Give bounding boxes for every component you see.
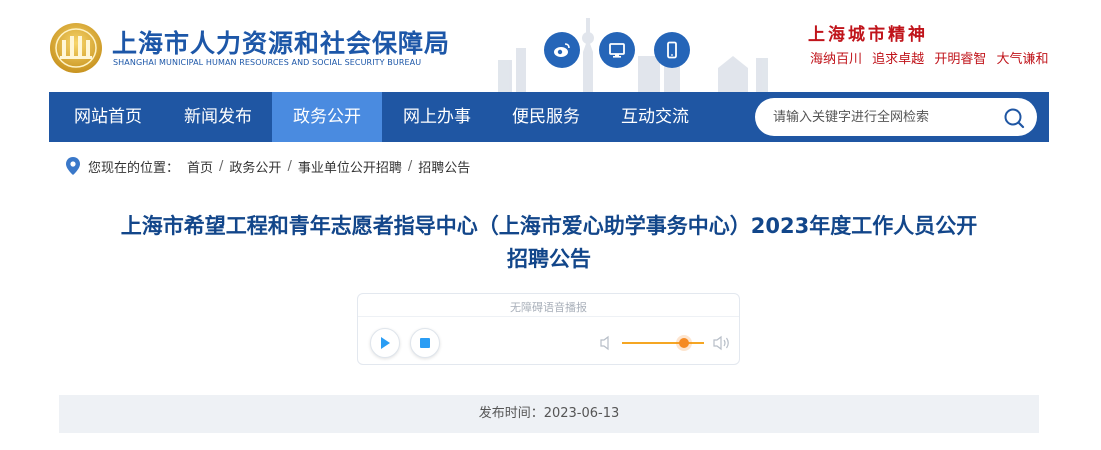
breadcrumb-separator: / [407, 158, 413, 174]
breadcrumb: 您现在的位置： 首页 / 政务公开 / 事业单位公开招聘 / 招聘公告 [66, 156, 470, 176]
nav-item-public-services[interactable]: 便民服务 [491, 92, 601, 142]
desktop-icon [609, 43, 625, 58]
nav-item-interaction[interactable]: 互动交流 [600, 92, 710, 142]
search-input[interactable] [773, 107, 993, 127]
breadcrumb-item-announcement[interactable]: 招聘公告 [418, 157, 470, 176]
slogan-item: 海纳百川 [810, 52, 863, 67]
breadcrumb-item-government-affairs[interactable]: 政务公开 [229, 157, 281, 176]
desktop-link[interactable] [599, 32, 635, 68]
player-label: 无障碍语音播报 [510, 301, 587, 314]
slogan-title: 上海城市精神 [808, 25, 928, 45]
org-name-cn[interactable]: 上海市人力资源和社会保障局 [112, 24, 450, 60]
nav-item-news[interactable]: 新闻发布 [163, 92, 273, 142]
article-title: 上海市希望工程和青年志愿者指导中心（上海市爱心助学事务中心）2023年度工作人员… [49, 210, 1049, 276]
accessibility-audio-player: 无障碍语音播报 [357, 293, 740, 365]
article-title-line2: 招聘公告 [507, 247, 591, 271]
publish-date: 2023-06-13 [543, 406, 620, 421]
publish-info-bar: 发布时间：2023-06-13 [59, 395, 1039, 433]
article-title-line1: 上海市希望工程和青年志愿者指导中心（上海市爱心助学事务中心）2023年度工作人员… [120, 214, 978, 238]
breadcrumb-separator: / [287, 158, 292, 174]
weibo-link[interactable] [544, 32, 580, 68]
slogan-item: 大气谦和 [996, 52, 1049, 67]
nav-item-home[interactable]: 网站首页 [53, 92, 163, 142]
bureau-emblem-icon[interactable] [49, 22, 103, 74]
play-button[interactable] [370, 328, 400, 358]
breadcrumb-prefix: 您现在的位置： [88, 160, 180, 176]
volume-high-icon[interactable] [713, 335, 731, 351]
search-icon[interactable] [1003, 107, 1025, 129]
stop-icon [420, 338, 430, 348]
stop-button[interactable] [410, 328, 440, 358]
publish-label: 发布时间： [478, 406, 544, 421]
weibo-icon [554, 43, 570, 57]
org-name-en: SHANGHAI MUNICIPAL HUMAN RESOURCES AND S… [113, 58, 422, 67]
mobile-link[interactable] [654, 32, 690, 68]
city-skyline-decoration [498, 18, 768, 92]
mobile-icon [667, 41, 677, 59]
search-box [755, 98, 1037, 136]
slogan-item: 追求卓越 [872, 52, 925, 67]
breadcrumb-separator: / [219, 158, 224, 174]
breadcrumb-item-recruitment[interactable]: 事业单位公开招聘 [298, 157, 402, 176]
nav-item-online-services[interactable]: 网上办事 [382, 92, 492, 142]
location-pin-icon [66, 157, 80, 175]
play-icon [381, 337, 390, 349]
main-nav: 网站首页 新闻发布 政务公开 网上办事 便民服务 互动交流 [49, 92, 1049, 142]
slogan-item: 开明睿智 [934, 52, 987, 67]
volume-low-icon[interactable] [600, 335, 614, 351]
nav-item-government-affairs[interactable]: 政务公开 [272, 92, 382, 142]
site-header: 上海市人力资源和社会保障局 SHANGHAI MUNICIPAL HUMAN R… [0, 0, 1101, 92]
breadcrumb-item-home[interactable]: 首页 [187, 157, 213, 176]
volume-slider-track[interactable] [622, 342, 704, 344]
slogan-items: 海纳百川 追求卓越 开明睿智 大气谦和 [810, 48, 1054, 67]
player-divider [358, 316, 739, 317]
volume-slider-handle[interactable] [678, 338, 689, 348]
